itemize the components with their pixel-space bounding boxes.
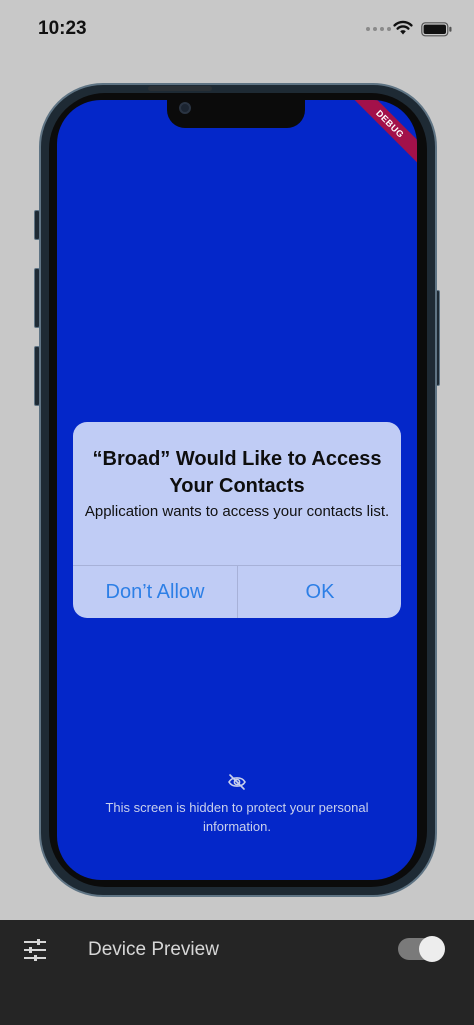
sliders-icon[interactable] — [23, 939, 47, 961]
permission-alert: “Broad” Would Like to Access Your Contac… — [73, 422, 401, 618]
hidden-screen-message: This screen is hidden to protect your pe… — [105, 800, 369, 834]
status-time: 10:23 — [38, 18, 87, 39]
bottom-toolbar — [0, 920, 474, 1025]
signal-dots-icon — [366, 27, 391, 31]
speaker-grille — [148, 86, 212, 91]
toolbar-title: Device Preview — [88, 939, 219, 960]
status-bar: 10:23 — [0, 0, 474, 60]
eye-slash-icon — [228, 774, 246, 790]
toggle-knob[interactable] — [419, 936, 445, 962]
camera-icon — [179, 102, 191, 114]
notch — [167, 100, 305, 128]
battery-icon — [421, 22, 452, 37]
ok-button[interactable]: OK — [238, 566, 401, 618]
dont-allow-button[interactable]: Don’t Allow — [73, 566, 237, 618]
wifi-icon — [393, 20, 413, 35]
alert-message: Application wants to access your contact… — [84, 503, 390, 520]
device-preview-toggle[interactable] — [398, 936, 445, 962]
alert-title: “Broad” Would Like to Access Your Contac… — [92, 448, 382, 497]
